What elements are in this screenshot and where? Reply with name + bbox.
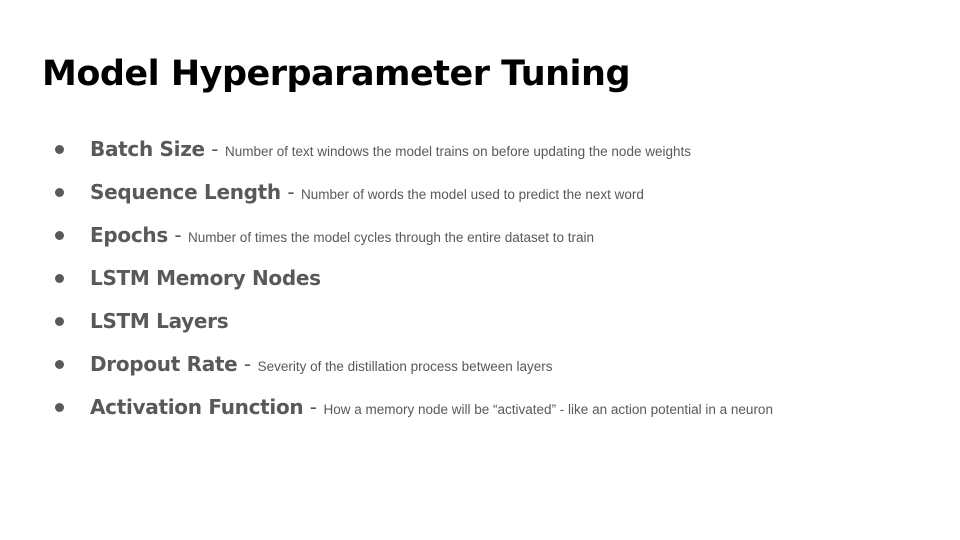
term: Epochs [90, 223, 168, 247]
bullet-text: Sequence Length - Number of words the mo… [90, 179, 644, 208]
slide-title: Model Hyperparameter Tuning [42, 54, 631, 94]
separator: - [243, 352, 252, 376]
list-item: Epochs - Number of times the model cycle… [0, 214, 960, 257]
bullet-dot-icon [55, 274, 64, 283]
bullet-text: Batch Size - Number of text windows the … [90, 136, 691, 165]
bullet-text: LSTM Layers [90, 308, 229, 337]
bullet-text: LSTM Memory Nodes [90, 265, 321, 294]
description: Number of times the model cycles through… [188, 230, 595, 245]
bullet-text: Dropout Rate - Severity of the distillat… [90, 351, 552, 380]
description: Number of words the model used to predic… [301, 187, 644, 202]
bullet-text: Activation Function - How a memory node … [90, 394, 773, 423]
term: Batch Size [90, 137, 205, 161]
list-item: Dropout Rate - Severity of the distillat… [0, 343, 960, 386]
separator: - [309, 395, 318, 419]
bullet-dot-icon [55, 188, 64, 197]
bullet-dot-icon [55, 145, 64, 154]
list-item: LSTM Layers [0, 300, 960, 343]
bullet-dot-icon [55, 231, 64, 240]
bullet-text: Epochs - Number of times the model cycle… [90, 222, 594, 251]
term: Activation Function [90, 395, 304, 419]
term: Sequence Length [90, 180, 281, 204]
slide: Model Hyperparameter Tuning Batch Size -… [0, 0, 960, 540]
description: Number of text windows the model trains … [224, 144, 691, 159]
separator: - [211, 137, 219, 161]
list-item: LSTM Memory Nodes [0, 257, 960, 300]
list-item: Batch Size - Number of text windows the … [0, 128, 960, 171]
separator: - [174, 223, 182, 247]
bullet-dot-icon [55, 360, 64, 369]
bullet-dot-icon [55, 317, 64, 326]
list-item: Sequence Length - Number of words the mo… [0, 171, 960, 214]
list-item: Activation Function - How a memory node … [0, 386, 960, 429]
term: Dropout Rate [90, 352, 238, 376]
bullet-list: Batch Size - Number of text windows the … [0, 128, 960, 429]
description: Severity of the distillation process bet… [257, 359, 553, 374]
description: How a memory node will be “activated” - … [323, 402, 773, 417]
term: LSTM Memory Nodes [90, 266, 321, 290]
bullet-dot-icon [55, 403, 64, 412]
separator: - [287, 180, 295, 204]
term: LSTM Layers [90, 309, 229, 333]
